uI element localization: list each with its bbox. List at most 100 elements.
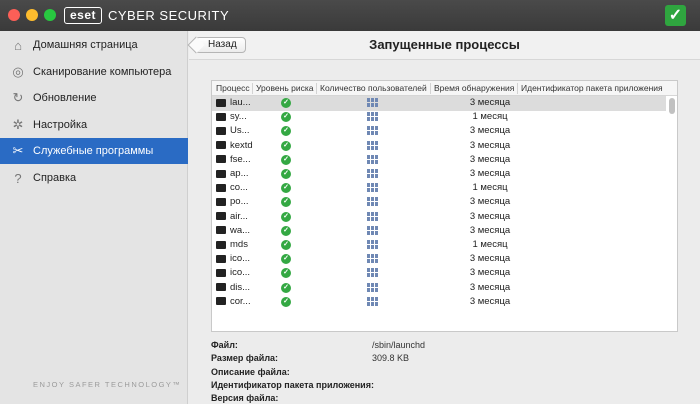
page-title: Запущенные процессы <box>369 37 520 52</box>
main-header: Назад Запущенные процессы <box>189 31 700 60</box>
table-row[interactable]: sy... ✓ 1 месяц <box>212 110 666 125</box>
risk-ok-icon: ✓ <box>281 112 291 123</box>
column-header-process[interactable]: Процесс <box>216 83 250 93</box>
users-icon <box>367 254 378 264</box>
column-header-time[interactable]: Время обнаружения <box>434 83 514 93</box>
table-row[interactable]: co... ✓ 1 месяц <box>212 181 666 196</box>
process-name: lau... <box>230 97 251 108</box>
detail-row: Описание файла: <box>211 367 678 380</box>
help-icon: ? <box>14 170 22 186</box>
column-header-users[interactable]: Количество пользователей <box>320 83 427 93</box>
sidebar-item-label: Обновление <box>33 92 97 105</box>
column-divider <box>316 83 317 94</box>
detail-row: Файл: /sbin/launchd <box>211 340 678 353</box>
sidebar-item-label: Домашняя страница <box>33 39 138 51</box>
users-icon <box>367 112 378 122</box>
sidebar-item-search[interactable]: ◎ Сканирование компьютера <box>0 59 188 85</box>
risk-ok-icon: ✓ <box>281 225 291 236</box>
detection-time: 3 месяца <box>469 224 511 236</box>
table-header: Процесс Уровень риска Количество пользов… <box>212 81 677 96</box>
sidebar-item-refresh[interactable]: ↻ Обновление <box>0 85 188 111</box>
process-cell: dis... <box>216 282 250 293</box>
users-icon <box>367 268 378 278</box>
sidebar-item-gear[interactable]: ✲ Настройка <box>0 112 188 138</box>
detail-value: 309.8 KB <box>372 353 410 364</box>
column-divider <box>252 83 253 94</box>
risk-ok-icon: ✓ <box>281 169 291 179</box>
table-row[interactable] <box>212 309 666 324</box>
table-row[interactable]: ico... ✓ 3 месяца <box>212 266 666 281</box>
process-cell: ico... <box>216 253 250 264</box>
process-cell: wa... <box>216 225 250 236</box>
column-header-bundle-id[interactable]: Идентификатор пакета приложения <box>521 83 663 93</box>
risk-ok-icon: ✓ <box>281 140 291 151</box>
users-icon <box>367 282 378 293</box>
detection-time: 3 месяца <box>469 168 511 179</box>
table-row[interactable]: dis... ✓ 3 месяца <box>212 281 666 296</box>
table-row[interactable]: kextd ✓ 3 месяца <box>212 139 666 154</box>
detection-time: 3 месяца <box>469 210 511 222</box>
process-name: Us... <box>230 125 250 137</box>
tagline: ENJOY SAFER TECHNOLOGY™ <box>33 380 182 389</box>
terminal-icon <box>216 212 226 221</box>
sidebar-item-help[interactable]: ? Справка <box>0 165 188 191</box>
users-icon <box>367 98 378 108</box>
search-icon: ◎ <box>12 63 24 79</box>
process-table: Процесс Уровень риска Количество пользов… <box>211 80 678 332</box>
process-cell: air... <box>216 211 248 222</box>
detection-time: 3 месяца <box>469 97 511 108</box>
process-cell: fse... <box>216 154 251 165</box>
sidebar-item-home[interactable]: ⌂ Домашняя страница <box>0 32 188 58</box>
users-icon <box>367 169 378 179</box>
process-cell: ap... <box>216 168 249 179</box>
table-row[interactable]: po... ✓ 3 месяца <box>212 195 666 210</box>
risk-ok-icon: ✓ <box>281 282 291 293</box>
detail-value: /sbin/launchd <box>372 340 426 350</box>
process-name: mds <box>230 239 248 250</box>
table-row[interactable]: mds ✓ 1 месяц <box>212 238 666 253</box>
table-row[interactable]: ico... ✓ 3 месяца <box>212 252 666 267</box>
table-row[interactable]: fse... ✓ 3 месяца <box>212 153 666 168</box>
terminal-icon <box>216 112 226 121</box>
table-row[interactable]: cor... ✓ 3 месяца <box>212 295 666 310</box>
process-name: kextd <box>230 139 253 151</box>
risk-ok-icon: ✓ <box>281 98 291 108</box>
process-name: wa... <box>230 224 251 236</box>
detection-time: 3 месяца <box>469 295 511 307</box>
users-icon <box>367 183 378 193</box>
terminal-icon <box>216 155 226 164</box>
table-row[interactable]: wa... ✓ 3 месяца <box>212 224 666 239</box>
table-row[interactable]: lau... ✓ 3 месяца <box>212 96 666 111</box>
users-icon <box>367 126 378 136</box>
process-cell: cor... <box>216 296 251 307</box>
process-cell: sy... <box>216 111 247 122</box>
process-cell: mds <box>216 239 248 250</box>
users-icon <box>367 140 378 151</box>
protection-status-icon[interactable]: ✓ <box>665 5 686 26</box>
detection-time: 3 месяца <box>469 139 511 151</box>
table-row[interactable]: Us... ✓ 3 месяца <box>212 124 666 139</box>
sidebar: ENJOY SAFER TECHNOLOGY™ ⌂ Домашняя страни… <box>0 31 188 404</box>
risk-ok-icon: ✓ <box>281 197 291 208</box>
process-name: ico... <box>230 253 251 265</box>
terminal-icon <box>216 98 226 107</box>
process-name: ap... <box>230 168 249 179</box>
table-row[interactable]: ap... ✓ 3 месяца <box>212 167 666 182</box>
minimize-window-button[interactable] <box>26 9 38 21</box>
table-row[interactable]: air... ✓ 3 месяца <box>212 210 666 225</box>
gear-icon: ✲ <box>12 116 24 132</box>
users-icon <box>367 211 378 222</box>
users-icon <box>367 225 378 236</box>
detection-time: 1 месяц <box>472 239 508 250</box>
zoom-window-button[interactable] <box>44 9 56 21</box>
terminal-icon <box>216 268 226 277</box>
sidebar-item-tools[interactable]: ✂ Служебные программы <box>0 138 188 165</box>
sidebar-item-label: Настройка <box>33 118 88 131</box>
process-name: fse... <box>230 153 251 165</box>
app-window: eset CYBER SECURITY ✓ ENJOY SAFER TECHNO… <box>0 0 700 404</box>
column-header-risk[interactable]: Уровень риска <box>256 83 313 93</box>
table-scrollbar[interactable] <box>669 98 675 114</box>
close-window-button[interactable] <box>8 9 20 21</box>
risk-ok-icon: ✓ <box>281 296 291 307</box>
users-icon <box>367 240 378 250</box>
